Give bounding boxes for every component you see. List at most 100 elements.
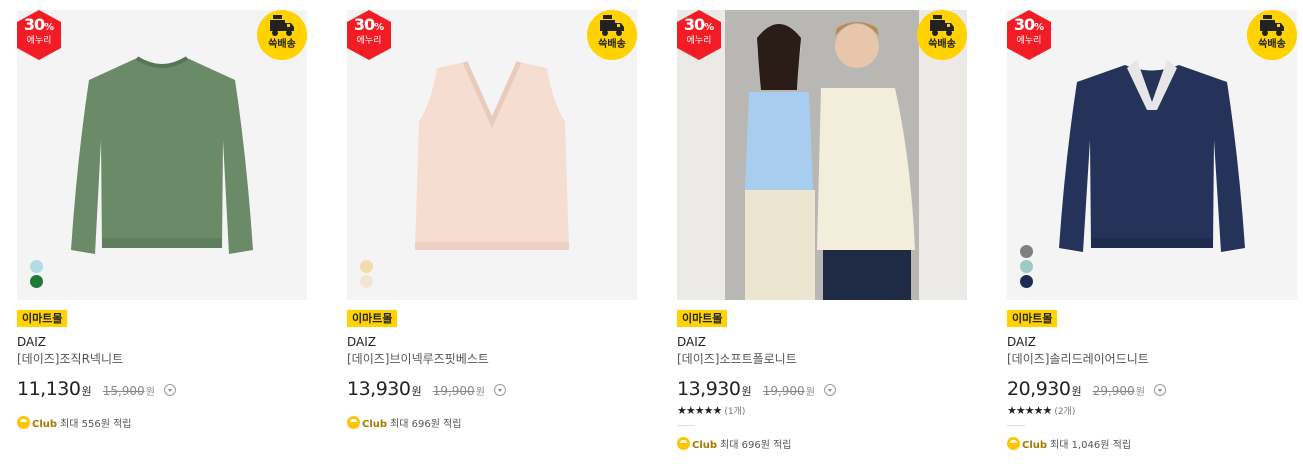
sale-percent: 30%	[353, 15, 385, 34]
color-swatch[interactable]	[360, 275, 373, 288]
mall-tag: 이마트몰	[17, 310, 68, 327]
price-info-icon[interactable]	[824, 384, 836, 396]
shipping-label: 쓱배송	[928, 39, 956, 50]
product-card[interactable]: 30% 에누리 쓱배송 이마트몰 DAIZ [데이즈]솔리드레이어드니트 20,…	[1007, 10, 1297, 466]
sale-price: 20,930	[1007, 378, 1071, 400]
price-row: 13,930원 19,900원	[347, 377, 506, 401]
brand-name[interactable]: DAIZ	[677, 335, 706, 349]
sale-badge: 30% 에누리	[1007, 10, 1051, 60]
club-reward-text: 최대 556원 적립	[60, 419, 132, 430]
original-price: 29,900	[1092, 384, 1135, 398]
price-row: 13,930원 19,900원	[677, 377, 836, 401]
price-info-icon[interactable]	[1154, 384, 1166, 396]
ssg-shipping-badge: 쓱배송	[257, 10, 307, 60]
color-swatch[interactable]	[1020, 275, 1033, 288]
club-reward-text: 최대 1,046원 적립	[1050, 440, 1132, 451]
product-card[interactable]: 30% 에누리 쓱배송 이마트몰 DAIZ [데이즈]조직R넥니트 11,130…	[17, 10, 307, 466]
brand-name[interactable]: DAIZ	[347, 335, 376, 349]
club-icon	[347, 416, 360, 429]
product-grid: 30% 에누리 쓱배송 이마트몰 DAIZ [데이즈]조직R넥니트 11,130…	[17, 10, 1297, 466]
price-unit: 원	[81, 385, 92, 398]
truck-icon	[270, 15, 294, 36]
color-swatch[interactable]	[30, 275, 43, 288]
product-image[interactable]: 30% 에누리 쓱배송	[347, 10, 637, 300]
club-icon	[17, 416, 30, 429]
club-reward: Club 최대 1,046원 적립	[1007, 437, 1131, 452]
shipping-label: 쓱배송	[598, 39, 626, 50]
product-image[interactable]: 30% 에누리 쓱배송	[17, 10, 307, 300]
original-price-unit: 원	[145, 387, 155, 398]
club-icon	[1007, 437, 1020, 450]
sale-price: 13,930	[677, 378, 741, 400]
product-image[interactable]: 30% 에누리 쓱배송	[1007, 10, 1297, 300]
shipping-label: 쓱배송	[1258, 39, 1286, 50]
truck-icon	[930, 15, 954, 36]
color-swatch[interactable]	[30, 260, 43, 273]
brand-name[interactable]: DAIZ	[1007, 335, 1036, 349]
color-swatches	[30, 258, 46, 288]
original-price: 19,900	[762, 384, 805, 398]
ssg-shipping-badge: 쓱배송	[1247, 10, 1297, 60]
price-info-icon[interactable]	[164, 384, 176, 396]
mall-tag: 이마트몰	[347, 310, 398, 327]
price-unit: 원	[741, 385, 752, 398]
original-price-unit: 원	[805, 387, 815, 398]
club-label: Club	[362, 419, 388, 430]
sale-percent: 30%	[683, 15, 715, 34]
club-label: Club	[692, 440, 718, 451]
original-price: 19,900	[432, 384, 475, 398]
product-name[interactable]: [데이즈]솔리드레이어드니트	[1007, 352, 1149, 367]
club-reward-text: 최대 696원 적립	[720, 440, 792, 451]
color-swatches	[360, 258, 376, 288]
sale-badge: 30% 에누리	[347, 10, 391, 60]
original-price-unit: 원	[1135, 387, 1145, 398]
product-card[interactable]: 30% 에누리 쓱배송 이마트몰 DAIZ [데이즈]브이넥루즈핏베스트 13,…	[347, 10, 637, 466]
club-reward: Club 최대 556원 적립	[17, 416, 132, 431]
divider	[1007, 425, 1025, 426]
price-unit: 원	[411, 385, 422, 398]
brand-name[interactable]: DAIZ	[17, 335, 46, 349]
club-label: Club	[32, 419, 58, 430]
truck-icon	[600, 15, 624, 36]
sale-badge: 30% 에누리	[677, 10, 721, 60]
product-name[interactable]: [데이즈]브이넥루즈핏베스트	[347, 352, 489, 367]
club-reward-text: 최대 696원 적립	[390, 419, 462, 430]
sale-price: 13,930	[347, 378, 411, 400]
sale-price: 11,130	[17, 378, 81, 400]
price-unit: 원	[1071, 385, 1082, 398]
shipping-label: 쓱배송	[268, 39, 296, 50]
product-name[interactable]: [데이즈]소프트폴로니트	[677, 352, 797, 367]
star-icon: ★★★★★	[677, 404, 722, 417]
club-label: Club	[1022, 440, 1048, 451]
sale-label: 에누리	[686, 36, 712, 46]
product-image[interactable]: 30% 에누리 쓱배송	[677, 10, 967, 300]
rating[interactable]: ★★★★★ (2개)	[1007, 404, 1075, 419]
mall-tag: 이마트몰	[1007, 310, 1058, 327]
star-icon: ★★★★★	[1007, 404, 1052, 417]
color-swatch[interactable]	[360, 260, 373, 273]
product-card[interactable]: 30% 에누리 쓱배송 이마트몰 DAIZ [데이즈]소프트폴로니트 13,93…	[677, 10, 967, 466]
price-info-icon[interactable]	[494, 384, 506, 396]
price-row: 11,130원 15,900원	[17, 377, 176, 401]
sale-label: 에누리	[26, 36, 52, 46]
divider	[677, 425, 695, 426]
sale-percent: 30%	[23, 15, 55, 34]
color-swatch[interactable]	[1020, 245, 1033, 258]
review-count: (2개)	[1054, 407, 1076, 417]
original-price-unit: 원	[475, 387, 485, 398]
original-price: 15,900	[102, 384, 145, 398]
club-reward: Club 최대 696원 적립	[677, 437, 792, 452]
review-count: (1개)	[724, 407, 746, 417]
color-swatches	[1020, 243, 1036, 288]
color-swatch[interactable]	[1020, 260, 1033, 273]
club-icon	[677, 437, 690, 450]
truck-icon	[1260, 15, 1284, 36]
product-name[interactable]: [데이즈]조직R넥니트	[17, 352, 123, 367]
sale-label: 에누리	[356, 36, 382, 46]
sale-label: 에누리	[1016, 36, 1042, 46]
sale-percent: 30%	[1013, 15, 1045, 34]
rating[interactable]: ★★★★★ (1개)	[677, 404, 745, 419]
club-reward: Club 최대 696원 적립	[347, 416, 462, 431]
ssg-shipping-badge: 쓱배송	[917, 10, 967, 60]
price-row: 20,930원 29,900원	[1007, 377, 1166, 401]
